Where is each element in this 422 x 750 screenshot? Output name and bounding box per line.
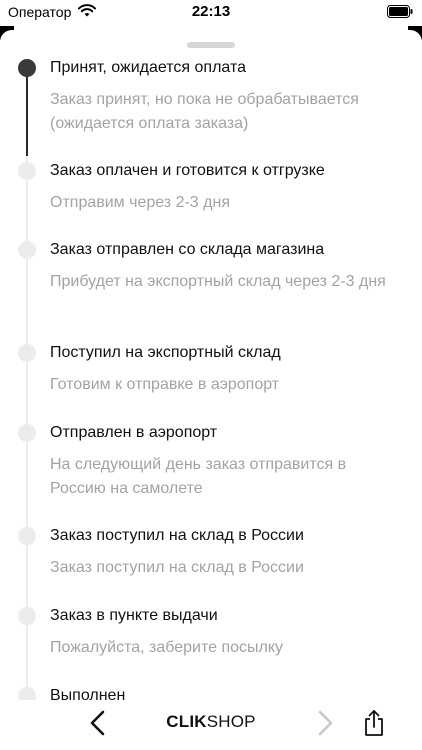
step-description: Готовим к отправке в аэропорт <box>50 376 280 393</box>
step-description: Пожалуйста, заберите посылку <box>50 639 284 656</box>
brand-logo: CLIKSHOP <box>0 712 422 732</box>
step-title: Поступил на экспортный склад <box>50 344 281 361</box>
timeline-dot <box>18 607 36 625</box>
step-title: Заказ в пункте выдачи <box>50 607 218 624</box>
step-description: Прибудет на экспортный склад через 2-3 д… <box>50 273 386 290</box>
step-description: Заказ поступил на склад в России <box>50 559 304 576</box>
step-title: Заказ отправлен со склада магазина <box>50 241 325 258</box>
timeline-dot <box>18 424 36 442</box>
order-status-sheet: Принят, ожидается оплата Заказ принят, н… <box>0 30 422 702</box>
step-title: Заказ оплачен и готовится к отгрузке <box>50 162 325 179</box>
step-title: Отправлен в аэропорт <box>50 424 218 441</box>
timeline-dot <box>18 344 36 362</box>
browser-toolbar: CLIKSHOP <box>0 700 422 750</box>
timeline-dot-active <box>18 59 36 77</box>
chevron-right-icon[interactable] <box>313 708 337 738</box>
step-description: На следующий день заказ отправится в Рос… <box>50 456 347 497</box>
timeline-dot <box>18 527 36 545</box>
step-title: Заказ поступил на склад в России <box>50 527 304 544</box>
battery-icon <box>387 5 413 23</box>
share-icon[interactable] <box>361 708 387 738</box>
step-description: Отправим через 2-3 дня <box>50 194 230 211</box>
clock: 22:13 <box>191 3 231 20</box>
brand-logo-bold: CLIK <box>166 712 207 731</box>
timeline-dot <box>18 162 36 180</box>
status-bar: Оператор 22:13 <box>0 0 422 26</box>
step-description: Заказ принят, но пока не обрабатывается … <box>50 91 359 132</box>
timeline-track-active <box>26 66 28 156</box>
brand-logo-regular: SHOP <box>206 712 256 731</box>
timeline-dot <box>18 241 36 259</box>
sheet-drag-handle[interactable] <box>187 42 235 48</box>
step-title: Принят, ожидается оплата <box>50 59 246 76</box>
